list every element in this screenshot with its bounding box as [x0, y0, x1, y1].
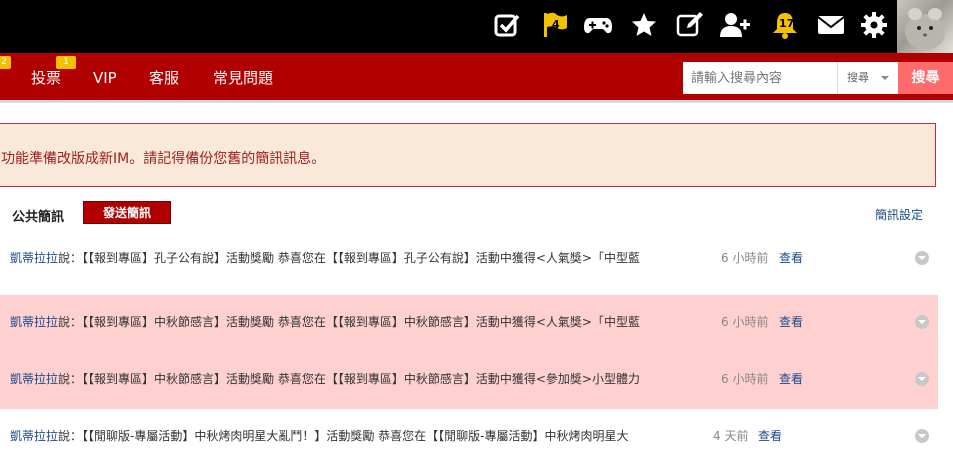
message-row[interactable]: 凱蒂拉拉說：【【報到專區】中秋節感言】活動獎勵 恭喜您在【【報到專區】中秋節感言… — [0, 352, 938, 409]
bell-badge: 17 — [779, 17, 795, 30]
nav-shadow — [0, 100, 953, 103]
chevron-down-icon[interactable] — [915, 315, 929, 329]
message-text: 【【閒聊版-專屬活動】中秋烤肉明星大亂鬥！】活動獎勵 恭喜您在【【閒聊版-專屬活… — [82, 429, 629, 443]
message-user-link[interactable]: 凱蒂拉拉 — [10, 372, 58, 386]
message-user-link[interactable]: 凱蒂拉拉 — [10, 315, 58, 329]
nav-item-vip[interactable]: VIP — [93, 69, 117, 87]
message-text: 【【報到專區】孔子公有說】活動獎勵 恭喜您在【【報到專區】孔子公有說】活動中獲得… — [82, 251, 640, 265]
public-messages-title: 公共簡訊 — [12, 210, 65, 225]
chevron-down-icon[interactable] — [915, 372, 929, 386]
message-settings-link[interactable]: 簡訊設定 — [875, 206, 923, 223]
message-time: 4 天前 — [713, 429, 749, 443]
message-said: 說： — [58, 315, 83, 329]
message-content: 凱蒂拉拉說：【【報到專區】中秋節感言】活動獎勵 恭喜您在【【報到專區】中秋節感言… — [10, 371, 710, 387]
message-content: 凱蒂拉拉說：【【閒聊版-專屬活動】中秋烤肉明星大亂鬥！】活動獎勵 恭喜您在【【閒… — [10, 428, 710, 444]
message-time: 6 小時前 — [721, 315, 769, 329]
message-text: 【【報到專區】中秋節感言】活動獎勵 恭喜您在【【報到專區】中秋節感言】活動中獲得… — [82, 315, 640, 329]
message-content: 凱蒂拉拉說：【【報到專區】孔子公有說】活動獎勵 恭喜您在【【報到專區】孔子公有說… — [10, 250, 710, 266]
flag-badge: 4 — [552, 18, 560, 31]
search-type-label: 搜尋 — [847, 71, 869, 84]
top-bar: 4 17 — [0, 0, 953, 53]
message-content: 凱蒂拉拉說：【【報到專區】中秋節感言】活動獎勵 恭喜您在【【報到專區】中秋節感言… — [10, 314, 710, 330]
message-said: 說： — [58, 251, 83, 265]
send-message-button[interactable]: 發送簡訊 — [83, 201, 171, 224]
vote-badge: 1 — [56, 56, 76, 69]
message-time: 6 小時前 — [721, 251, 769, 265]
avatar[interactable] — [897, 0, 953, 53]
nav-item-faq[interactable]: 常見問題 — [213, 69, 273, 87]
bell-icon[interactable]: 17 — [770, 10, 800, 40]
message-said: 說： — [58, 429, 83, 443]
message-view-link[interactable]: 查看 — [758, 428, 782, 444]
check-square-icon[interactable] — [492, 10, 522, 40]
mail-icon[interactable] — [816, 10, 846, 40]
chevron-down-icon[interactable] — [915, 251, 929, 265]
nav-item-service[interactable]: 客服 — [149, 69, 179, 87]
main-nav: 2 1 投票 VIP 客服 常見問題 搜尋 搜尋 — [0, 53, 953, 100]
notice-banner: 功能準備改版成新IM。請記得備份您舊的簡訊訊息。 — [0, 123, 936, 187]
add-user-icon[interactable] — [720, 10, 750, 40]
nav-item-vote[interactable]: 投票 — [31, 69, 61, 87]
chevron-down-icon — [881, 76, 889, 80]
message-text: 【【報到專區】中秋節感言】活動獎勵 恭喜您在【【報到專區】中秋節感言】活動中獲得… — [82, 372, 640, 386]
message-view-link[interactable]: 查看 — [779, 314, 803, 330]
message-view-link[interactable]: 查看 — [779, 250, 803, 266]
flag-icon[interactable]: 4 — [540, 10, 570, 40]
message-user-link[interactable]: 凱蒂拉拉 — [10, 429, 58, 443]
message-said: 說： — [58, 372, 83, 386]
search-type-select[interactable]: 搜尋 — [837, 62, 898, 94]
chevron-down-icon[interactable] — [915, 429, 929, 443]
gamepad-icon[interactable] — [583, 10, 613, 40]
message-row[interactable]: 凱蒂拉拉說：【【報到專區】中秋節感言】活動獎勵 恭喜您在【【報到專區】中秋節感言… — [0, 295, 938, 352]
message-row[interactable]: 凱蒂拉拉說：【【報到專區】孔子公有說】活動獎勵 恭喜您在【【報到專區】孔子公有說… — [0, 231, 938, 288]
search-input[interactable] — [683, 62, 837, 94]
message-time: 6 小時前 — [721, 372, 769, 386]
message-view-link[interactable]: 查看 — [779, 371, 803, 387]
search-button[interactable]: 搜尋 — [898, 62, 953, 94]
message-user-link[interactable]: 凱蒂拉拉 — [10, 251, 58, 265]
message-row[interactable]: 凱蒂拉拉說：【【閒聊版-專屬活動】中秋烤肉明星大亂鬥！】活動獎勵 恭喜您在【【閒… — [0, 409, 938, 466]
nav-badge: 2 — [0, 56, 11, 69]
gear-icon[interactable] — [859, 10, 889, 40]
edit-icon[interactable] — [675, 10, 705, 40]
star-icon[interactable] — [629, 10, 659, 40]
notice-text: 功能準備改版成新IM。請記得備份您舊的簡訊訊息。 — [1, 151, 326, 167]
